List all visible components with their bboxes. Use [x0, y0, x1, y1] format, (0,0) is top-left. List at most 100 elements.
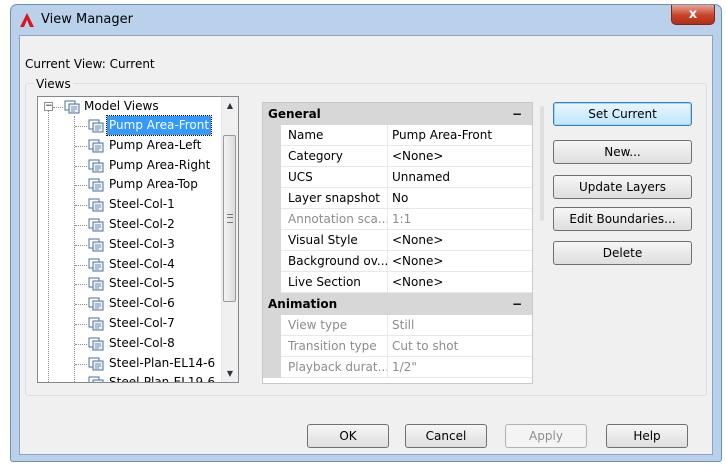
property-gutter — [263, 357, 281, 378]
property-row[interactable]: Layer snapshot No — [263, 188, 532, 209]
tree-item-label: Steel-Col-7 — [109, 316, 175, 330]
property-gutter — [263, 336, 281, 357]
property-gutter — [263, 188, 281, 209]
tree-connector-line — [75, 343, 87, 345]
delete-button[interactable]: Delete — [553, 241, 692, 265]
property-name: Name — [288, 128, 324, 142]
new-view-button[interactable]: New... — [553, 140, 692, 164]
property-separator — [387, 188, 388, 209]
help-button[interactable]: Help — [606, 424, 688, 448]
view-icon — [88, 337, 104, 351]
view-icon — [88, 178, 104, 192]
view-icon — [88, 376, 104, 382]
property-value[interactable]: <None> — [392, 230, 443, 251]
tree-connector-line — [75, 324, 87, 325]
property-value[interactable]: No — [392, 188, 408, 209]
property-value: Still — [392, 318, 415, 332]
tree-item[interactable]: Steel-Col-8 — [38, 334, 223, 353]
views-tree[interactable]: − Model Views Pump Area-Front Pump Area-L… — [37, 96, 239, 383]
set-current-button[interactable]: Set Current — [553, 102, 692, 126]
property-value: Cut to shot — [392, 339, 459, 353]
view-manager-window: View Manager x Current View: Current Vie… — [10, 4, 722, 462]
tree-item[interactable]: Pump Area-Right — [38, 156, 223, 175]
tree-connector-line — [75, 284, 87, 286]
property-row[interactable]: Name Pump Area-Front — [263, 125, 532, 146]
property-separator — [387, 357, 388, 378]
tree-item-label: Steel-Plan-EL19-6 — [109, 375, 216, 383]
tree-item[interactable]: Steel-Col-1 — [38, 195, 223, 214]
tree-item[interactable]: Steel-Col-3 — [38, 235, 223, 254]
property-row[interactable]: Transition type Cut to shot — [263, 336, 532, 357]
property-row[interactable]: View type Still — [263, 315, 532, 336]
apply-button[interactable]: Apply — [505, 424, 587, 448]
property-row[interactable]: Annotation sca... 1:1 — [263, 209, 532, 230]
tree-connector-line — [75, 304, 87, 306]
property-row[interactable]: UCS Unnamed — [263, 167, 532, 188]
tree-item[interactable]: Pump Area-Left — [38, 136, 223, 155]
title-bar[interactable]: View Manager x — [11, 5, 721, 35]
tree-connector-line — [75, 185, 87, 187]
scroll-up-arrow-icon[interactable]: ▲ — [222, 97, 238, 114]
tree-item[interactable]: Steel-Col-2 — [38, 215, 223, 234]
animation-section-header[interactable]: Animation − — [263, 293, 532, 315]
tree-connector-line — [75, 363, 87, 365]
view-icon — [88, 277, 104, 291]
scroll-thumb[interactable] — [223, 135, 236, 302]
property-row[interactable]: Background ov... <None> — [263, 251, 532, 272]
property-name: Playback durat... — [288, 360, 388, 374]
properties-scrollbar[interactable] — [540, 106, 544, 221]
property-row[interactable]: Visual Style <None> — [263, 230, 532, 251]
general-section-header[interactable]: General − — [263, 103, 532, 125]
property-value[interactable]: Unnamed — [392, 167, 450, 188]
view-icon — [88, 317, 104, 331]
property-value[interactable]: <None> — [392, 272, 443, 293]
tree-item-label: Steel-Col-8 — [109, 335, 175, 350]
tree-item[interactable]: Steel-Col-5 — [38, 274, 223, 293]
tree-item-label: Steel-Col-4 — [109, 256, 175, 271]
tree-item[interactable]: Pump Area-Top — [38, 175, 223, 194]
tree-item[interactable]: Steel-Col-7 — [38, 314, 223, 333]
view-icon — [88, 238, 104, 252]
ok-button[interactable]: OK — [307, 424, 389, 448]
close-button[interactable]: x — [671, 5, 715, 25]
autocad-logo-icon — [20, 13, 34, 27]
general-section-title: General — [268, 107, 321, 121]
property-gutter — [263, 209, 281, 230]
collapse-icon[interactable]: − — [512, 293, 522, 315]
property-row[interactable]: Live Section <None> — [263, 272, 532, 293]
tree-root-model-views[interactable]: − Model Views — [38, 97, 223, 116]
scroll-down-arrow-icon[interactable]: ▼ — [222, 365, 238, 382]
property-name: UCS — [288, 170, 313, 184]
property-name: Background ov... — [288, 254, 388, 268]
tree-item[interactable]: Steel-Plan-EL14-6 — [38, 354, 223, 373]
tree-item[interactable]: Pump Area-Front — [38, 115, 223, 136]
property-row[interactable]: Playback durat... 1/2" — [263, 357, 532, 378]
views-group-label: Views — [34, 77, 73, 91]
property-value[interactable]: <None> — [392, 251, 443, 272]
close-icon: x — [688, 7, 698, 22]
property-row[interactable]: Category <None> — [263, 146, 532, 167]
current-view-label: Current View: Current — [25, 57, 155, 71]
tree-item[interactable]: Steel-Col-4 — [38, 255, 223, 274]
edit-boundaries-button[interactable]: Edit Boundaries... — [553, 207, 692, 231]
view-icon — [88, 198, 104, 212]
view-icon — [88, 218, 104, 232]
tree-expander-icon[interactable]: − — [44, 102, 53, 111]
cancel-button[interactable]: Cancel — [405, 424, 487, 448]
tree-item-label: Pump Area-Right — [109, 157, 211, 172]
property-value[interactable]: <None> — [392, 146, 443, 167]
tree-connector-line — [75, 225, 87, 226]
tree-scrollbar[interactable]: ▲ ▼ — [221, 97, 238, 382]
tree-item-label: Pump Area-Left — [109, 137, 202, 152]
tree-item[interactable]: Steel-Col-6 — [38, 294, 223, 313]
property-gutter — [263, 125, 281, 146]
collapse-icon[interactable]: − — [512, 103, 522, 125]
tree-item[interactable]: Steel-Plan-EL19-6 — [38, 373, 223, 383]
update-layers-button[interactable]: Update Layers — [553, 175, 692, 199]
property-value[interactable]: Pump Area-Front — [392, 125, 492, 146]
tree-item-label: Steel-Col-1 — [109, 197, 175, 212]
window-title: View Manager — [41, 12, 133, 27]
tree-connector-line — [75, 244, 87, 246]
tree-connector-line — [75, 165, 87, 167]
tree-root-label: Model Views — [84, 99, 159, 113]
